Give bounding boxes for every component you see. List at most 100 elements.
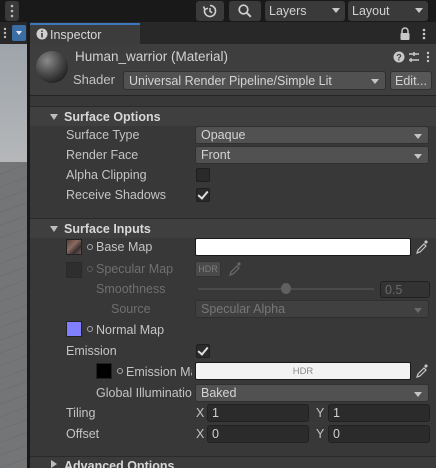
base-map-color[interactable]	[195, 238, 411, 256]
offset-y-label: Y	[316, 427, 325, 441]
tiling-y-value: 1	[333, 406, 340, 420]
alpha-clipping-checkbox[interactable]	[196, 168, 210, 182]
tiling-x-field[interactable]: 1	[207, 404, 309, 422]
source-label: Source	[111, 302, 151, 316]
scene-tool-button[interactable]	[0, 26, 10, 40]
tiling-label: Tiling	[66, 406, 96, 420]
scene-view[interactable]	[0, 22, 27, 468]
specular-hdr-label: HDR	[198, 264, 218, 274]
eyedropper-icon	[416, 240, 428, 254]
tab-inspector-label: Inspector	[50, 27, 102, 42]
tiling-x-label: X	[196, 406, 205, 420]
layout-dropdown[interactable]: Layout	[348, 1, 428, 21]
smoothness-value-field: 0.5	[380, 281, 430, 298]
smoothness-slider-thumb	[281, 283, 291, 294]
normal-map-thumbnail[interactable]	[66, 321, 82, 337]
kebab-icon	[426, 51, 430, 63]
normal-map-label: Normal Map	[96, 323, 165, 337]
emission-label: Emission	[66, 344, 117, 358]
layout-label: Layout	[352, 4, 390, 18]
search-button[interactable]	[229, 1, 261, 21]
lock-button[interactable]	[399, 27, 411, 41]
chevron-down-icon	[50, 226, 58, 232]
inspector-menu-button[interactable]	[418, 27, 430, 41]
sliders-icon	[409, 52, 419, 62]
kebab-icon	[10, 4, 14, 18]
specular-map-picker-icon	[87, 266, 93, 272]
offset-x-value: 0	[212, 427, 219, 441]
emission-map-label: Emission Ma	[126, 365, 192, 379]
eyedropper-icon	[416, 364, 428, 378]
base-map-eyedropper[interactable]	[415, 239, 429, 255]
tiling-y-label: Y	[316, 406, 325, 420]
specular-map-label: Specular Map	[96, 262, 174, 276]
base-map-picker-icon[interactable]	[87, 244, 93, 250]
offset-x-field[interactable]: 0	[207, 425, 309, 443]
shader-dropdown[interactable]: Universal Render Pipeline/Simple Lit	[123, 71, 386, 90]
chevron-down-icon	[414, 392, 422, 397]
surface-type-value: Opaque	[201, 128, 246, 142]
presets-button[interactable]	[408, 51, 420, 63]
emission-checkbox[interactable]	[196, 344, 210, 358]
layers-label: Layers	[269, 4, 307, 18]
eyedropper-icon	[229, 262, 241, 276]
chevron-down-icon	[414, 154, 422, 159]
advanced-options-foldout[interactable]: Advanced Options	[30, 456, 436, 468]
edit-shader-button[interactable]: Edit...	[390, 71, 432, 90]
history-icon	[202, 4, 217, 18]
shader-label: Shader	[73, 72, 115, 87]
emission-color[interactable]: HDR	[195, 362, 411, 380]
source-value: Specular Alpha	[201, 302, 286, 316]
base-map-label: Base Map	[96, 240, 153, 254]
emission-map-picker-icon[interactable]	[117, 368, 123, 374]
material-preview	[36, 51, 68, 83]
surface-type-dropdown[interactable]: Opaque	[195, 126, 429, 144]
chevron-down-icon	[332, 8, 340, 13]
scene-ground	[0, 162, 27, 468]
offset-label: Offset	[66, 427, 100, 441]
tiling-y-field[interactable]: 1	[328, 404, 430, 422]
kebab-icon	[422, 28, 426, 40]
smoothness-value: 0.5	[385, 282, 403, 297]
alpha-clipping-label: Alpha Clipping	[66, 168, 147, 182]
receive-shadows-label: Receive Shadows	[66, 188, 167, 202]
advanced-options-title: Advanced Options	[64, 459, 175, 468]
scene-view-options-button[interactable]	[12, 25, 26, 41]
global-illumination-dropdown[interactable]: Baked	[195, 384, 429, 402]
receive-shadows-checkbox[interactable]	[196, 188, 210, 202]
chevron-down-icon	[415, 8, 423, 13]
offset-y-value: 0	[333, 427, 340, 441]
surface-inputs-foldout[interactable]: Surface Inputs	[30, 218, 436, 238]
toolbar-menu-button[interactable]	[5, 1, 19, 21]
render-face-value: Front	[201, 148, 231, 162]
emission-map-thumbnail[interactable]	[96, 363, 112, 379]
help-icon: ?	[393, 51, 405, 63]
global-illumination-value: Baked	[201, 386, 237, 400]
global-illumination-label: Global Illuminatio	[96, 386, 192, 400]
material-menu-button[interactable]	[423, 51, 433, 63]
history-button[interactable]	[196, 1, 224, 21]
scene-sky	[0, 44, 27, 162]
chevron-down-icon	[50, 114, 58, 120]
surface-options-foldout[interactable]: Surface Options	[30, 106, 436, 126]
normal-map-picker-icon[interactable]	[87, 326, 93, 332]
chevron-right-icon	[51, 460, 57, 468]
chevron-down-icon	[414, 134, 422, 139]
chevron-down-icon	[16, 31, 22, 35]
edit-shader-label: Edit...	[395, 73, 427, 88]
tab-inspector[interactable]: Inspector	[30, 23, 140, 44]
surface-options-title: Surface Options	[64, 109, 161, 124]
info-icon	[36, 28, 48, 40]
layers-dropdown[interactable]: Layers	[265, 1, 345, 21]
emission-hdr-label: HDR	[292, 365, 314, 377]
chevron-down-icon	[414, 308, 422, 313]
render-face-label: Render Face	[66, 148, 139, 162]
offset-y-field[interactable]: 0	[328, 425, 430, 443]
emission-eyedropper[interactable]	[415, 363, 429, 379]
base-map-thumbnail[interactable]	[66, 239, 82, 255]
svg-text:?: ?	[396, 52, 402, 62]
help-button[interactable]: ?	[393, 51, 405, 63]
material-title: Human_warrior (Material)	[75, 49, 229, 64]
offset-x-label: X	[196, 427, 205, 441]
render-face-dropdown[interactable]: Front	[195, 146, 429, 164]
